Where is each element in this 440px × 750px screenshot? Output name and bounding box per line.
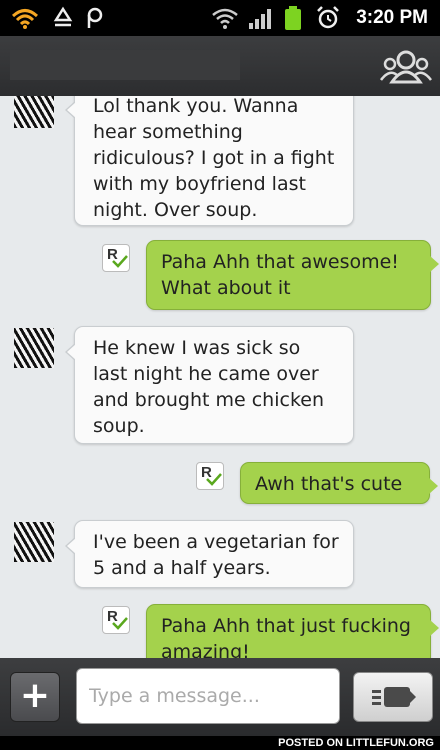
p-icon xyxy=(87,7,103,28)
status-time: 3:20 PM xyxy=(356,7,428,28)
read-receipt-icon: R xyxy=(102,244,130,272)
incoming-message[interactable]: I've been a vegetarian for 5 and a half … xyxy=(65,520,354,588)
read-receipt-icon: R xyxy=(102,606,130,634)
contacts-button[interactable] xyxy=(380,46,432,88)
battery-icon xyxy=(285,6,301,30)
recycle-icon xyxy=(53,6,73,27)
send-icon xyxy=(372,687,416,707)
status-bar: 3:20 PM xyxy=(0,0,440,36)
contact-avatar xyxy=(14,522,54,562)
incoming-message[interactable]: He knew I was sick so last night he came… xyxy=(65,326,354,444)
contact-name xyxy=(10,50,240,80)
conversation-header xyxy=(0,36,440,97)
watermark-bar: POSTED ON LITTLEFUN.ORG xyxy=(0,736,440,750)
incoming-message[interactable]: Lol thank you. Wanna hear something ridi… xyxy=(65,96,354,226)
message-input[interactable] xyxy=(76,668,340,724)
plus-icon: + xyxy=(19,675,51,716)
contact-avatar xyxy=(14,328,54,368)
outgoing-message[interactable]: Paha Ahh that awesome! What about it xyxy=(146,240,439,310)
message-list[interactable]: Lol thank you. Wanna hear something ridi… xyxy=(0,96,440,658)
outgoing-message[interactable]: Paha Ahh that just fucking amazing! xyxy=(146,604,439,658)
contact-avatar xyxy=(14,96,54,128)
contacts-icon xyxy=(380,50,432,84)
composer-bar: + xyxy=(0,658,440,736)
cell-signal-icon xyxy=(249,9,271,29)
attach-button[interactable]: + xyxy=(10,672,60,722)
outgoing-message[interactable]: Awh that's cute xyxy=(240,462,438,504)
watermark-text: POSTED ON LITTLEFUN.ORG xyxy=(278,737,434,749)
wifi-icon xyxy=(11,9,39,29)
wifi-signal-icon xyxy=(212,8,238,29)
alarm-icon xyxy=(317,6,339,29)
send-button[interactable] xyxy=(353,672,433,722)
read-receipt-icon: R xyxy=(196,462,224,490)
